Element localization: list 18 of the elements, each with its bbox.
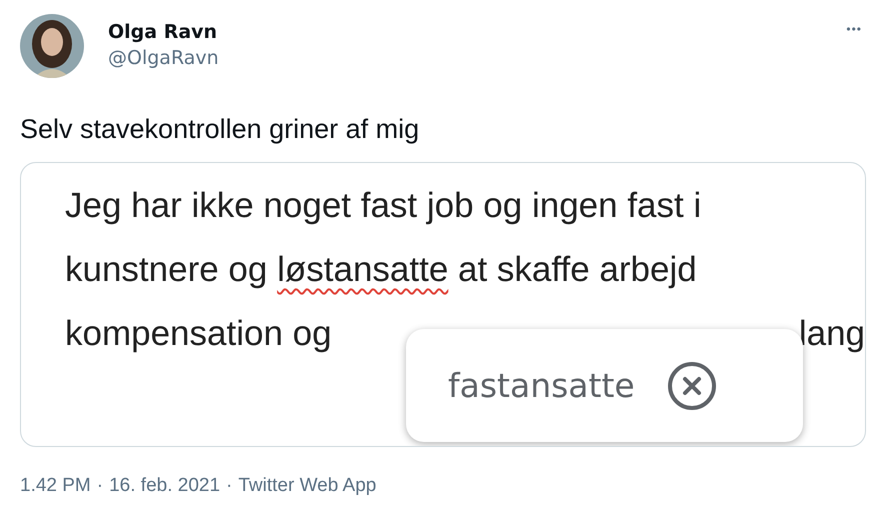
separator: · [96,475,104,497]
document-text: kompensation og [65,313,332,355]
close-icon[interactable] [666,360,717,410]
document-text: at skaffe arbejd [457,249,697,291]
tweet-text: Selv stavekontrollen griner af mig [20,114,420,145]
tweet-date[interactable]: 16. feb. 2021 [109,475,220,497]
media-card[interactable]: Jeg har ikke noget fast job og ingen fast i kunstnere og løstansatte at skaffe arbejd kompensation og lang fastansatte [20,162,866,447]
more-button[interactable]: ••• [846,14,862,36]
author-handle[interactable]: @OlgaRavn [108,47,822,69]
author-name[interactable]: Olga Ravn [108,21,822,43]
document-text: kunstnere og [65,249,268,291]
tweet-source[interactable]: Twitter Web App [238,475,376,497]
misspelled-word: løstansatte [277,249,448,291]
tweet-time[interactable]: 1.42 PM [20,475,91,497]
document-text: lang [798,313,865,355]
document-text: Jeg har ikke noget fast job og ingen fast i [65,185,702,227]
separator: · [226,475,232,497]
suggestion-text[interactable]: fastansatte [448,366,635,405]
